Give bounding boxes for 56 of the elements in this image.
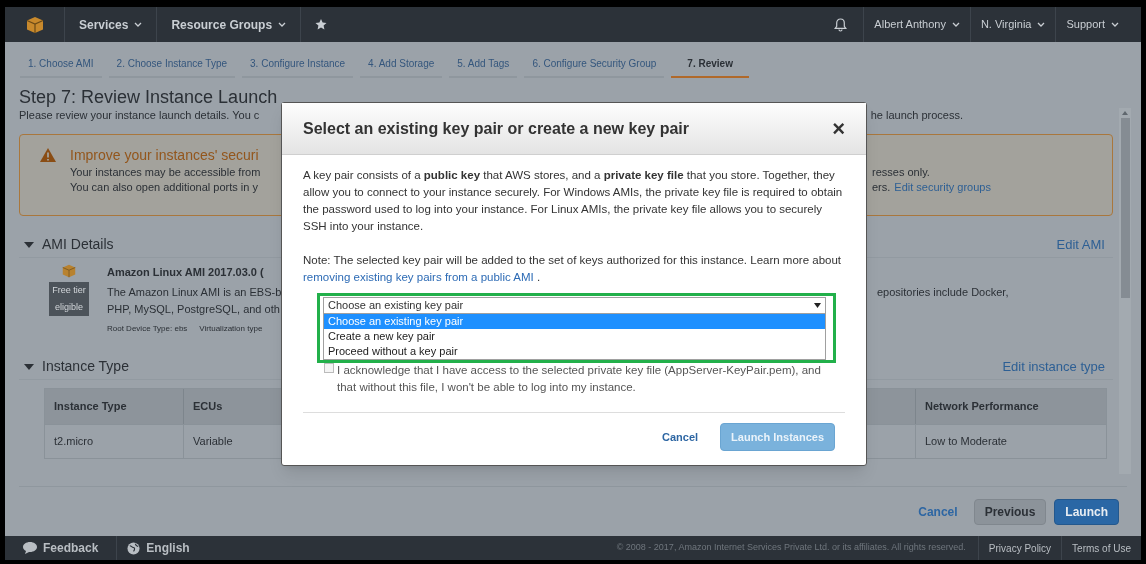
alert-text: You can also open additional ports in y (70, 180, 258, 195)
warning-icon (40, 148, 56, 162)
section-title: AMI Details (42, 235, 114, 254)
cancel-link[interactable]: Cancel (654, 428, 707, 446)
ami-description: epositories include Docker, (877, 285, 1010, 300)
ami-meta: Root Device Type: ebs (107, 323, 188, 335)
key-pair-select[interactable]: Choose an existing key pair (323, 297, 826, 314)
language-link[interactable]: English (146, 539, 190, 557)
wizard-tab[interactable]: 1. Choose AMI (20, 50, 102, 78)
wizard-tab[interactable]: 5. Add Tags (449, 50, 518, 78)
key-pair-description: A key pair consists of a public key that AWS stores, and a private key file that you store. Together, they allow you to connect to your instance securely. For Windows AMIs, the private key file is required to obtain the password used to log into your instance. For Linux AMIs, the private key file allows you to securely SSH into your instance. (303, 168, 844, 234)
collapse-icon[interactable] (24, 363, 34, 370)
page-title: Step 7: Review Instance Launch (19, 86, 278, 108)
ami-description: PHP, MySQL, PostgreSQL, and oth (107, 302, 280, 317)
note-text: Note: The selected key pair will be added to the set of keys authorized for this instance. Learn more about removing existing key pairs from a public AMI . (303, 253, 843, 285)
acknowledge-checkbox[interactable] (324, 363, 334, 373)
alert-text: ers. (872, 180, 891, 195)
dropdown-option[interactable]: Choose an existing key pair (324, 314, 825, 329)
footer-link[interactable]: Terms of Use (1061, 536, 1141, 560)
bell-icon[interactable] (834, 17, 848, 32)
wizard-tab[interactable]: 4. Add Storage (360, 50, 443, 78)
section-title: Instance Type (42, 357, 129, 376)
wizard-tab[interactable]: 6. Configure Security Group (524, 50, 665, 78)
alert-title: Improve your instances' securi (70, 146, 259, 165)
previous-button[interactable]: Previous (973, 498, 1047, 525)
table-header: Network Performance (915, 389, 1106, 424)
footer-link[interactable]: Privacy Policy (977, 536, 1062, 560)
globe-icon (127, 541, 141, 555)
dialog-title: Select an existing key pair or create a new key pair (303, 118, 689, 139)
ami-name: Amazon Linux AMI 2017.03.0 ( (107, 265, 264, 280)
speech-bubble-icon (23, 542, 37, 554)
wizard-tab[interactable]: 3. Configure Instance (242, 50, 354, 78)
wizard-tab[interactable]: 7. Review (671, 50, 749, 78)
dropdown-option[interactable]: Create a new key pair (324, 329, 825, 344)
pin-icon[interactable] (315, 18, 328, 31)
alert-text: Your instances may be accessible from (70, 165, 261, 180)
table-header: Instance Type (53, 399, 128, 415)
dropdown-arrow-icon (814, 303, 821, 308)
page-subtitle: he launch process. (870, 108, 963, 122)
ami-meta: Virtualization type (199, 323, 263, 335)
dropdown-option[interactable]: Proceed without a key pair (324, 344, 825, 359)
feedback-link[interactable]: Feedback (43, 539, 99, 557)
collapse-icon[interactable] (24, 241, 34, 248)
wizard-tab[interactable]: 2. Choose Instance Type (108, 50, 236, 78)
close-button[interactable]: × (832, 117, 845, 140)
ami-description: The Amazon Linux AMI is an EBS-b (107, 285, 282, 300)
free-tier-badge: Free tier eligible (49, 282, 89, 316)
cube-icon (62, 264, 76, 278)
scrollbar[interactable] (1119, 108, 1131, 474)
cube-logo-icon[interactable] (25, 15, 44, 34)
page-subtitle: Please review your instance launch details. You c (19, 108, 260, 122)
table-cell-text: t2.micro (53, 434, 95, 450)
launch-button[interactable]: Launch (1054, 498, 1119, 525)
table-cell: Low to Moderate (915, 425, 1106, 458)
remove-key-pairs-link[interactable]: removing existing key pairs from a public AMI (303, 271, 534, 283)
alert-text: resses only. (872, 165, 931, 180)
